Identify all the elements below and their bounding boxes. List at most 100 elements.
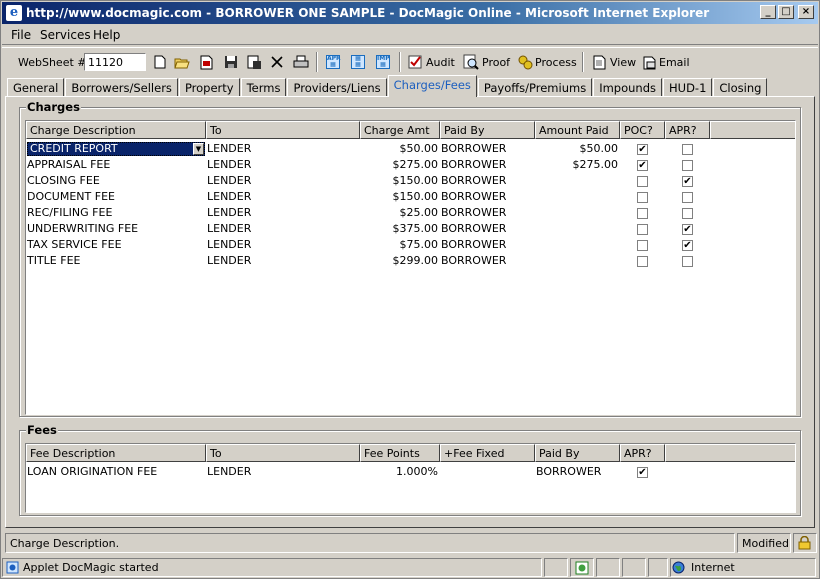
save-icon[interactable] [222,53,240,71]
close-button[interactable]: × [798,5,814,19]
charge-description-cell[interactable]: TITLE FEE [26,253,206,269]
charge-row[interactable]: UNDERWRITING FEE LENDER $375.00 BORROWER ✔ [26,221,710,237]
col-charge-amt[interactable]: Charge Amt [360,121,440,139]
charge-description-cell[interactable]: APPRAISAL FEE [26,157,206,173]
charge-description-cell[interactable]: CLOSING FEE [26,173,206,189]
fee-to-cell[interactable]: LENDER [206,464,360,480]
view-button[interactable]: View [610,56,636,69]
tab-charges-fees[interactable]: Charges/Fees [387,75,477,97]
charge-to-cell[interactable]: LENDER [206,237,360,253]
tab-closing[interactable]: Closing [713,78,768,97]
checkbox[interactable] [637,208,648,219]
col-fee-to[interactable]: To [206,444,360,462]
title-bar[interactable]: e http://www.docmagic.com - BORROWER ONE… [2,2,818,24]
tab-borrowers-sellers[interactable]: Borrowers/Sellers [65,78,178,97]
charge-description-cell[interactable]: CREDIT REPORT ▼ [26,141,206,157]
charge-row[interactable]: REC/FILING FEE LENDER $25.00 BORROWER [26,205,710,221]
menu-services[interactable]: Services [40,28,91,42]
fee-paid-by-cell[interactable]: BORROWER [535,464,620,480]
proof-button[interactable]: Proof [482,56,510,69]
process-gears-icon[interactable] [516,53,534,71]
col-paid-by[interactable]: Paid By [440,121,535,139]
charge-to-cell[interactable]: LENDER [206,157,360,173]
charge-amount-cell[interactable]: $375.00 [360,221,440,237]
charge-paid-by-cell[interactable]: BORROWER [440,173,535,189]
tab-terms[interactable]: Terms [240,78,287,97]
checkbox[interactable]: ✔ [682,176,693,187]
charge-to-cell[interactable]: LENDER [206,221,360,237]
checkbox[interactable]: ✔ [637,160,648,171]
col-charge-description[interactable]: Charge Description [26,121,206,139]
charge-paid-by-cell[interactable]: BORROWER [440,221,535,237]
maximize-button[interactable]: □ [778,5,794,19]
charge-amount-cell[interactable]: $50.00 [360,141,440,157]
col-to[interactable]: To [206,121,360,139]
charge-paid-by-cell[interactable]: BORROWER [440,205,535,221]
charge-amount-paid-cell[interactable] [535,221,620,237]
apr-checkbox[interactable]: ✔ [665,237,710,253]
checkbox[interactable]: ✔ [682,224,693,235]
charge-row[interactable]: APPRAISAL FEE LENDER $275.00 BORROWER $275.0… [26,157,710,173]
col-fee-fixed[interactable]: +Fee Fixed [440,444,535,462]
checkbox[interactable]: ✔ [637,467,648,478]
fee-description-cell[interactable]: LOAN ORIGINATION FEE [26,464,206,480]
poc-checkbox[interactable] [620,221,665,237]
apr-checkbox[interactable] [665,205,710,221]
charge-to-cell[interactable]: LENDER [206,141,360,157]
charge-row[interactable]: DOCUMENT FEE LENDER $150.00 BORROWER [26,189,710,205]
pdf-document-icon[interactable] [197,53,215,71]
checkbox[interactable]: ✔ [682,240,693,251]
checkbox[interactable] [637,176,648,187]
tab-providers-liens[interactable]: Providers/Liens [287,78,387,97]
charge-paid-by-cell[interactable]: BORROWER [440,157,535,173]
charge-description-cell[interactable]: UNDERWRITING FEE [26,221,206,237]
fee-row[interactable]: LOAN ORIGINATION FEE LENDER 1.000% BORROWER… [26,464,665,480]
charge-amount-paid-cell[interactable] [535,205,620,221]
charge-description-dropdown[interactable]: CREDIT REPORT ▼ [27,142,205,156]
proof-magnifier-icon[interactable] [462,53,480,71]
checkbox[interactable] [637,240,648,251]
charge-amount-paid-cell[interactable] [535,253,620,269]
process-button[interactable]: Process [535,56,577,69]
charge-to-cell[interactable]: LENDER [206,189,360,205]
fee-fixed-cell[interactable] [440,464,535,480]
charge-amount-cell[interactable]: $299.00 [360,253,440,269]
checkbox[interactable] [637,192,648,203]
charge-to-cell[interactable]: LENDER [206,173,360,189]
apr-checkbox[interactable] [665,253,710,269]
poc-checkbox[interactable] [620,173,665,189]
poc-checkbox[interactable]: ✔ [620,141,665,157]
checkbox[interactable] [682,208,693,219]
dropdown-arrow-icon[interactable]: ▼ [193,143,204,155]
view-document-icon[interactable] [590,53,608,71]
open-folder-icon[interactable] [173,53,191,71]
charge-row[interactable]: TAX SERVICE FEE LENDER $75.00 BORROWER ✔ [26,237,710,253]
col-fee-points[interactable]: Fee Points [360,444,440,462]
charge-to-cell[interactable]: LENDER [206,205,360,221]
charge-amount-cell[interactable]: $150.00 [360,173,440,189]
charge-description-cell[interactable]: REC/FILING FEE [26,205,206,221]
poc-checkbox[interactable] [620,189,665,205]
apr-checkbox[interactable]: ✔ [665,221,710,237]
fee-points-cell[interactable]: 1.000% [360,464,440,480]
charge-paid-by-cell[interactable]: BORROWER [440,141,535,157]
charge-amount-cell[interactable]: $25.00 [360,205,440,221]
col-fee-apr[interactable]: APR? [620,444,665,462]
col-poc[interactable]: POC? [620,121,665,139]
delete-icon[interactable] [268,53,286,71]
calculator-icon[interactable]: ▦ ▦ [349,53,367,71]
tab-hud-1[interactable]: HUD-1 [663,78,713,97]
col-fee-paid-by[interactable]: Paid By [535,444,620,462]
charge-description-cell[interactable]: DOCUMENT FEE [26,189,206,205]
charge-paid-by-cell[interactable]: BORROWER [440,253,535,269]
charge-description-cell[interactable]: TAX SERVICE FEE [26,237,206,253]
apr-checkbox[interactable]: ✔ [665,173,710,189]
checkbox[interactable] [682,160,693,171]
col-fee-description[interactable]: Fee Description [26,444,206,462]
charge-amount-paid-cell[interactable] [535,189,620,205]
new-document-icon[interactable] [151,53,169,71]
charge-row[interactable]: CREDIT REPORT ▼ LENDER $50.00 BORROWER $50.00… [26,141,710,157]
poc-checkbox[interactable] [620,253,665,269]
checkbox[interactable] [682,144,693,155]
charge-amount-paid-cell[interactable]: $50.00 [535,141,620,157]
